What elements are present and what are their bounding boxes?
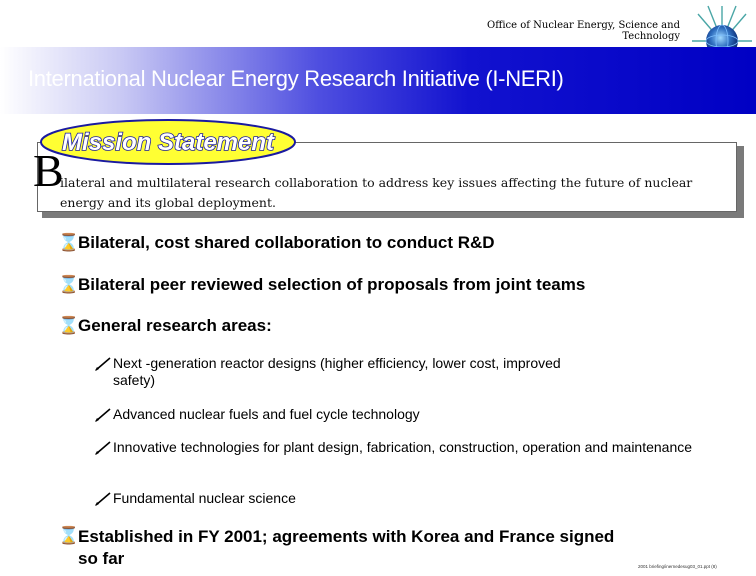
mission-badge-label: Mission Statement <box>62 129 275 156</box>
subitem-text: Fundamental nuclear science <box>113 490 296 506</box>
pencil-icon <box>95 492 111 506</box>
bullet-item: ⌛ Established in FY 2001; agreements wit… <box>58 526 638 570</box>
mission-text: ilateral and multilateral research colla… <box>60 175 693 210</box>
footer-file-label: 2001 briefing/inernedesug03_01.ppt (8) <box>638 564 717 569</box>
subitem-text: Innovative technologies for plant design… <box>113 439 693 455</box>
pencil-icon <box>95 408 111 422</box>
subitem-text: Advanced nuclear fuels and fuel cycle te… <box>113 406 420 422</box>
bullet-item: ⌛ Bilateral peer reviewed selection of p… <box>58 275 585 295</box>
subitem: Innovative technologies for plant design… <box>93 439 713 456</box>
mission-statement-badge: Mission Statement <box>40 119 296 165</box>
bullet-item: ⌛ Bilateral, cost shared collaboration t… <box>58 233 495 253</box>
subitem: Next -generation reactor designs (higher… <box>93 355 583 389</box>
bullet-text: General research areas: <box>78 316 272 335</box>
subitem: Fundamental nuclear science <box>93 490 713 507</box>
hourglass-icon: ⌛ <box>58 275 80 294</box>
hourglass-icon: ⌛ <box>58 233 80 252</box>
hourglass-icon: ⌛ <box>58 526 80 545</box>
bullet-text: Bilateral peer reviewed selection of pro… <box>78 275 586 294</box>
hourglass-icon: ⌛ <box>58 316 80 335</box>
office-label: Office of Nuclear Energy, Science and Te… <box>487 20 680 42</box>
bullet-text: Established in FY 2001; agreements with … <box>78 527 615 568</box>
page-title: International Nuclear Energy Research In… <box>28 66 564 91</box>
pencil-icon <box>95 441 111 455</box>
bullet-text: Bilateral, cost shared collaboration to … <box>78 233 495 252</box>
subitem: Advanced nuclear fuels and fuel cycle te… <box>93 406 733 423</box>
subitem-text: Next -generation reactor designs (higher… <box>113 355 561 388</box>
pencil-icon <box>95 357 111 371</box>
bullet-item: ⌛ General research areas: <box>58 316 272 336</box>
